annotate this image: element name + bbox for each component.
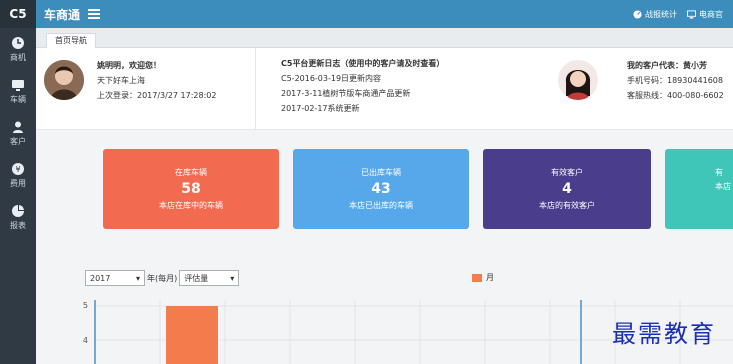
year-select-value: 2017 (90, 273, 111, 283)
y-tick-label: 5 (83, 301, 88, 310)
metric-select-value: 评估量 (184, 273, 209, 283)
sidebar-item-customers[interactable]: 客户 (0, 112, 36, 154)
chevron-down-icon: ▾ (135, 273, 140, 283)
stats-report-label: 战报统计 (645, 9, 677, 19)
monitor-icon (687, 9, 696, 19)
card-title: 在库车辆 (175, 168, 207, 177)
card-value: 4 (562, 181, 572, 197)
user-icon (13, 121, 23, 133)
update-log-item[interactable]: C5-2016-03-19日更新内容 (281, 71, 444, 86)
brand-logo[interactable]: C5 (0, 0, 36, 28)
rep-name: 我的客户代表：黄小芳 (627, 61, 707, 70)
top-navbar: 车商通 战报统计 电商官 (36, 0, 733, 28)
welcome-location: 天下好车上海 (97, 76, 145, 85)
sidebar-item-label: 报表 (10, 220, 26, 230)
card-subtitle: 本店在库中的车辆 (159, 201, 223, 210)
stats-report-link[interactable]: 战报统计 (633, 9, 677, 20)
period-label: 年(每月) (147, 273, 178, 283)
card-subtitle: 本店已出库的车辆 (349, 201, 413, 210)
year-select[interactable]: 2017 ▾ (85, 270, 145, 286)
svg-text:¥: ¥ (15, 165, 20, 174)
ecommerce-label: 电商官 (699, 9, 723, 19)
dashboard-icon (633, 9, 642, 19)
card-title: 有效客户 (551, 168, 583, 177)
metric-select[interactable]: 评估量 ▾ (179, 270, 240, 286)
card-subtitle: 本店的有效客户 (539, 201, 595, 210)
customer-rep: 我的客户代表：黄小芳 手机号码：18930441608 客服热线：400-080… (627, 58, 724, 103)
tab-home-nav[interactable]: 首页导航 (46, 33, 96, 48)
menu-toggle-icon[interactable] (88, 9, 101, 19)
welcome-greeting: 姚明明，欢迎您！ (97, 61, 161, 70)
legend-label: 月 (486, 273, 494, 282)
y-tick-label: 4 (83, 336, 88, 345)
rep-phone: 手机号码：18930441608 (627, 76, 723, 85)
update-log-title: C5平台更新日志（使用中的客户请及时查看） (281, 59, 445, 68)
user-avatar (44, 60, 84, 100)
card-title: 已出库车辆 (361, 168, 401, 177)
divider (255, 48, 256, 130)
bar (166, 306, 218, 364)
card-subtitle: 本店 (715, 182, 731, 191)
update-log: C5平台更新日志（使用中的客户请及时查看） C5-2016-03-19日更新内容… (281, 56, 444, 116)
sidebar-item-label: 客户 (10, 136, 26, 146)
card-value: 58 (181, 181, 201, 197)
chevron-down-icon: ▾ (230, 273, 235, 283)
welcome-block: 姚明明，欢迎您！ 天下好车上海 上次登录：2017/3/27 17:28:02 (97, 58, 217, 103)
chart-legend: 月 (472, 272, 494, 283)
ecommerce-link[interactable]: 电商官 (687, 9, 723, 20)
chart-controls: 2017 ▾ 年(每月) 评估量 ▾ (85, 270, 240, 286)
rep-avatar (558, 60, 598, 100)
stat-card-outbound[interactable]: 已出库车辆 43 本店已出库的车辆 (293, 149, 469, 229)
rep-hotline: 客服热线：400-080-6602 (627, 91, 724, 100)
sidebar-item-label: 车辆 (10, 94, 26, 104)
tab-bar: 首页导航 (36, 28, 733, 48)
stat-card-partial[interactable]: 有 本店 (665, 149, 733, 229)
card-value: 43 (371, 181, 391, 197)
stat-card-valid-customers[interactable]: 有效客户 4 本店的有效客户 (483, 149, 651, 229)
stat-card-in-stock[interactable]: 在库车辆 58 本店在库中的车辆 (103, 149, 279, 229)
legend-swatch (472, 273, 482, 282)
sidebar-item-expenses[interactable]: ¥ 费用 (0, 154, 36, 196)
sidebar-item-reports[interactable]: 报表 (0, 196, 36, 238)
top-links: 战报统计 电商官 (633, 9, 733, 20)
sidebar-item-label: 费用 (10, 178, 26, 188)
last-login: 上次登录：2017/3/27 17:28:02 (97, 91, 217, 100)
yen-icon: ¥ (12, 162, 24, 175)
app-title: 车商通 (44, 7, 81, 22)
pie-chart-icon (12, 204, 24, 217)
update-log-item[interactable]: 2017-02-17系统更新 (281, 101, 444, 116)
app-window: C5 商机 车辆 客户 ¥ 费用 报表 车商通 战报统计 电商官 首页导航 姚明… (0, 0, 733, 364)
sidebar-item-vehicles[interactable]: 车辆 (0, 70, 36, 112)
watermark-text: 最需教育 (612, 320, 716, 348)
sidebar-item-label: 商机 (10, 52, 26, 62)
clock-icon (12, 36, 24, 49)
monitor-icon (12, 79, 24, 91)
update-log-item[interactable]: 2017-3-11植树节版车商通产品更新 (281, 86, 444, 101)
sidebar-item-opportunity[interactable]: 商机 (0, 28, 36, 70)
card-title: 有 (715, 168, 723, 177)
info-panel: 姚明明，欢迎您！ 天下好车上海 上次登录：2017/3/27 17:28:02 … (36, 48, 733, 130)
